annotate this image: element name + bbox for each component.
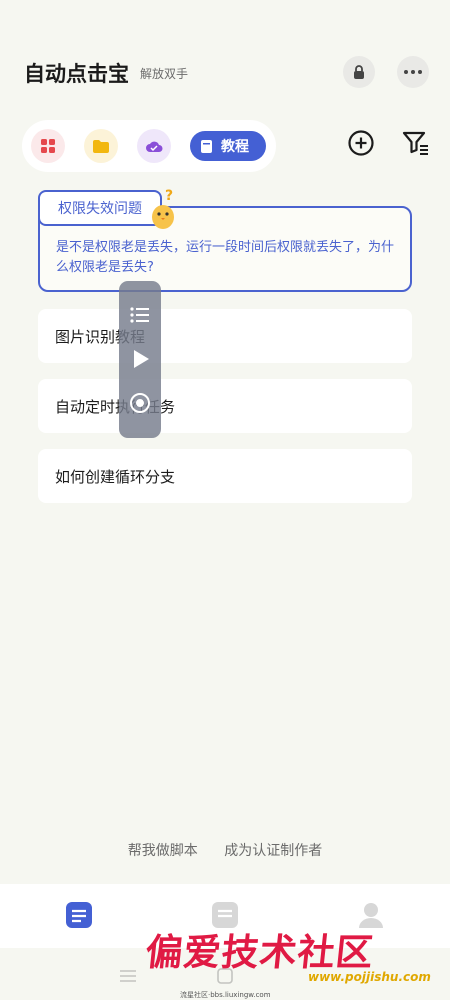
list-item[interactable]: 如何创建循环分支 <box>38 449 412 503</box>
list-item[interactable]: 图片识别教程 <box>38 309 412 363</box>
watermark-small: 流星社区·bbs.liuxingw.com <box>180 991 271 999</box>
tab-apps[interactable] <box>31 129 65 163</box>
lock-button[interactable] <box>343 56 375 88</box>
filter-button[interactable] <box>401 129 431 157</box>
plus-circle-icon <box>348 130 374 156</box>
list-item[interactable]: 自动定时执行任务 <box>38 379 412 433</box>
make-script-link[interactable]: 帮我做脚本 <box>128 843 198 859</box>
bottom-links: 帮我做脚本 成为认证制作者 <box>0 840 450 860</box>
featured-tag: 权限失效问题 <box>38 190 162 226</box>
cloud-icon <box>146 141 163 152</box>
tab-folder[interactable] <box>84 129 118 163</box>
app-header: 自动点击宝 解放双手 <box>0 48 450 96</box>
play-icon[interactable] <box>128 347 152 371</box>
add-button[interactable] <box>347 129 375 157</box>
more-button[interactable] <box>397 56 429 88</box>
tab-tutorial[interactable]: 教程 <box>190 131 266 161</box>
category-tabs: 教程 <box>22 120 276 172</box>
more-icon <box>404 70 422 74</box>
nav-scripts-icon[interactable] <box>64 900 94 930</box>
tab-cloud[interactable] <box>137 129 171 163</box>
watermark: 偏爱技术社区 www.pojjishu.com <box>143 922 446 992</box>
app-title: 自动点击宝 <box>24 62 129 86</box>
lock-icon <box>354 65 364 79</box>
chick-mascot-icon: ? <box>152 188 174 229</box>
svg-text:?: ? <box>165 188 173 204</box>
floating-control-panel[interactable] <box>119 281 161 438</box>
app-subtitle: 解放双手 <box>140 67 189 81</box>
watermark-url: www.pojjishu.com <box>308 970 431 984</box>
status-bar <box>0 0 450 38</box>
become-author-link[interactable]: 成为认证制作者 <box>224 843 322 859</box>
book-icon <box>201 139 212 153</box>
tab-tutorial-label: 教程 <box>221 139 249 155</box>
folder-icon <box>93 139 109 153</box>
featured-description: 是不是权限老是丢失，运行一段时间后权限就丢失了，为什么权限老是丢失? <box>56 240 395 275</box>
filter-icon <box>402 131 428 155</box>
watermark-text: 偏爱技术社区 <box>143 930 376 974</box>
list-icon[interactable] <box>128 303 152 327</box>
grid-icon <box>41 139 55 153</box>
menu-icon[interactable] <box>118 966 138 986</box>
target-icon[interactable] <box>128 391 152 415</box>
